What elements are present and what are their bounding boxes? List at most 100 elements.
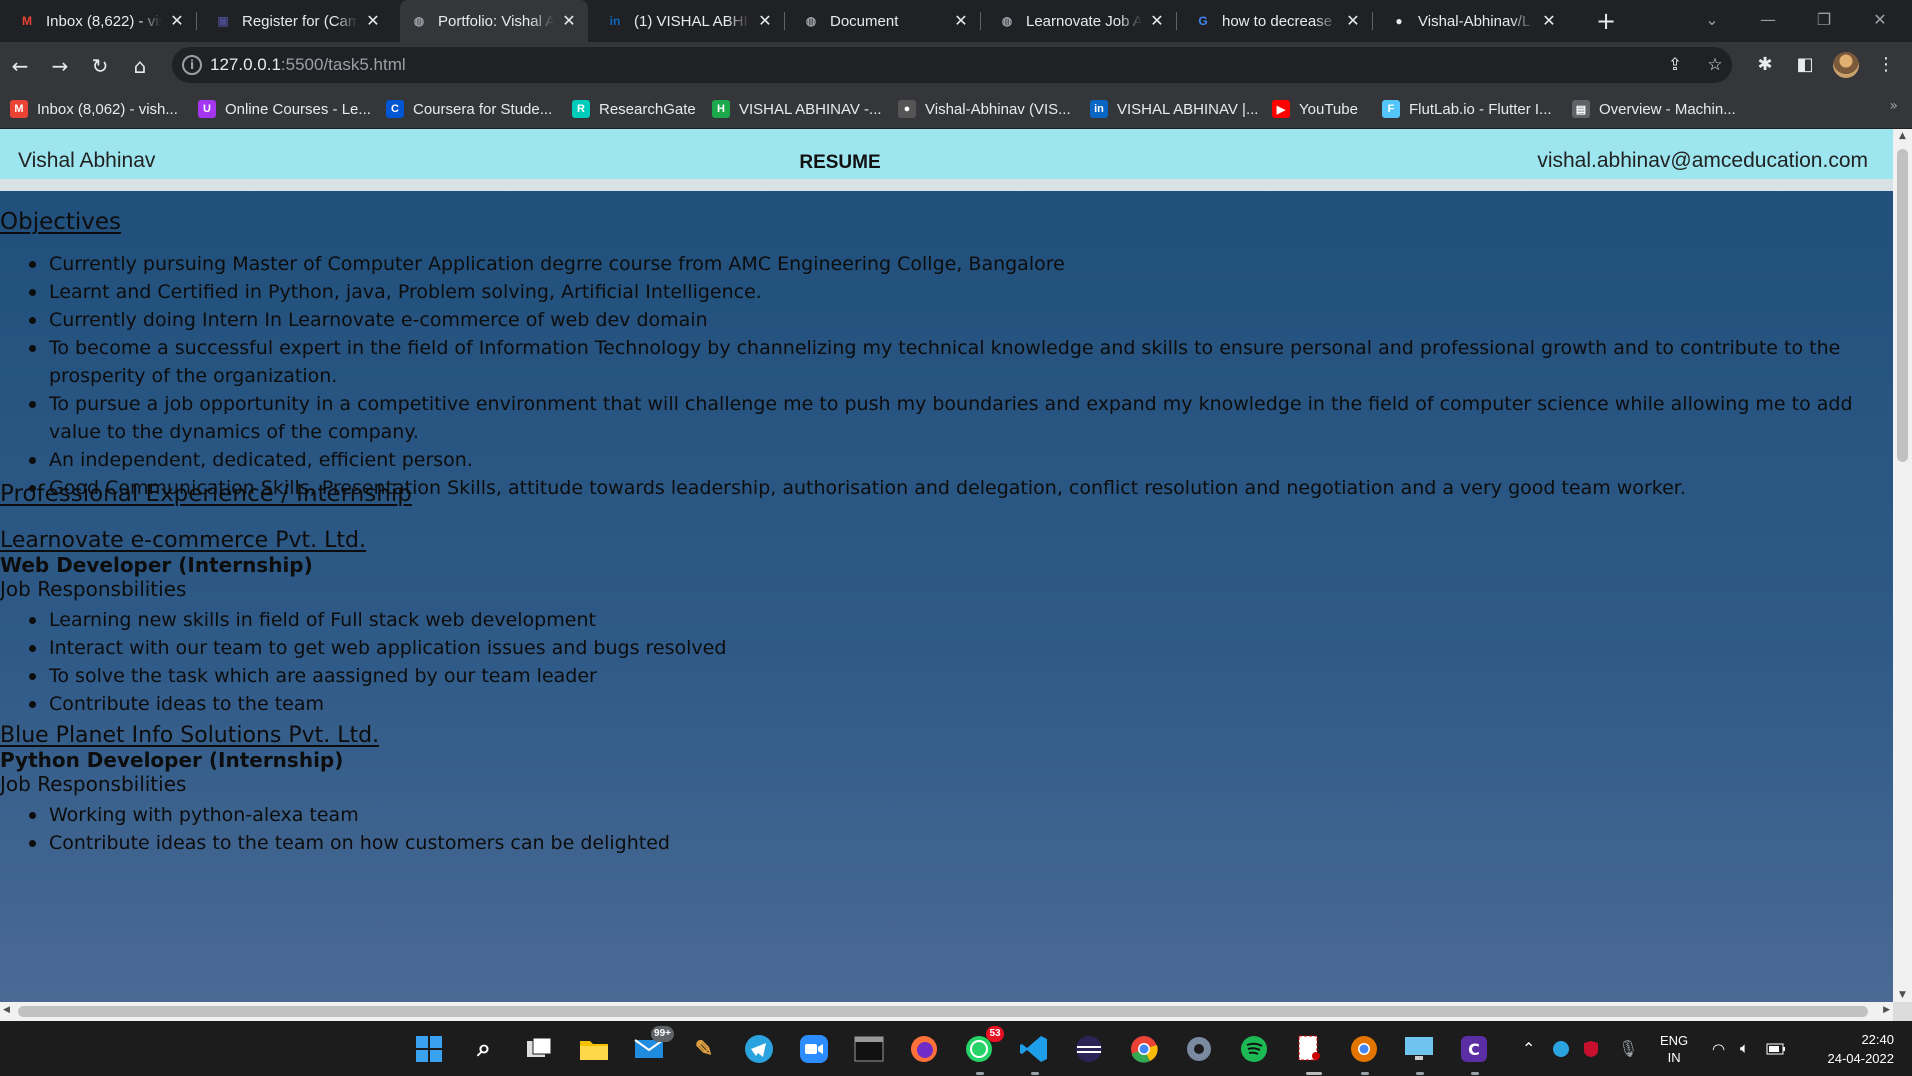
minimize-button[interactable]: — — [1740, 0, 1796, 42]
eclipse-icon[interactable] — [1072, 1032, 1106, 1066]
close-tab-icon[interactable]: ✕ — [560, 11, 578, 31]
gmail-icon: M — [22, 14, 32, 28]
tab-search-icon[interactable]: ⌄ — [1684, 0, 1740, 42]
tab-separator — [196, 12, 197, 30]
close-window-button[interactable]: ✕ — [1852, 0, 1908, 42]
microphone-icon[interactable]: 🎙︎ — [1618, 1021, 1638, 1076]
list-item: Interact with our team to get web applic… — [0, 634, 1893, 662]
spotify-icon[interactable] — [1237, 1032, 1271, 1066]
bookmark-item[interactable]: F FlutLab.io - Flutter I... — [1382, 98, 1552, 120]
whatsapp-icon[interactable]: 53 — [962, 1026, 1004, 1066]
more-bookmarks-icon[interactable]: » — [1889, 98, 1898, 114]
reload-icon[interactable]: ↻ — [84, 50, 116, 82]
url-text[interactable]: 127.0.0.1:5500/task5.html — [210, 55, 406, 75]
bookmark-item[interactable]: in VISHAL ABHINAV |... — [1090, 98, 1258, 120]
scroll-down-icon[interactable]: ▼ — [1893, 990, 1912, 1000]
mail-icon[interactable]: 99+ — [632, 1026, 674, 1066]
browser-tab[interactable]: Ghow to decrease ✕ — [1184, 0, 1372, 42]
browser-tab[interactable]: in (1) VISHAL ABHIN ✕ — [596, 0, 784, 42]
close-tab-icon[interactable]: ✕ — [364, 11, 382, 31]
browser-tab[interactable]: ● Vishal-Abhinav/L ✕ — [1380, 0, 1568, 42]
remote-desktop-icon[interactable] — [1402, 1032, 1436, 1066]
app-launcher-icon[interactable]: C — [1457, 1032, 1491, 1066]
new-tab-button[interactable]: + — [1591, 6, 1621, 36]
vscode-icon[interactable] — [1017, 1032, 1051, 1066]
url-path: :5500/task5.html — [280, 55, 406, 74]
bookmark-item[interactable]: ▤ Overview - Machin... — [1572, 98, 1736, 120]
menu-icon[interactable]: ⋮ — [1873, 52, 1899, 78]
side-panel-icon[interactable]: ◧ — [1792, 52, 1818, 78]
telegram-icon[interactable] — [742, 1032, 776, 1066]
bookmark-label: VISHAL ABHINAV |... — [1117, 100, 1259, 118]
browser-tab[interactable]: ◍ Learnovate Job A ✕ — [988, 0, 1176, 42]
tab-title: Portfolio: Vishal A — [438, 12, 554, 30]
close-tab-icon[interactable]: ✕ — [1540, 11, 1558, 31]
tray-mcafee-icon[interactable] — [1582, 1021, 1600, 1076]
bookmark-item[interactable]: ▶ YouTube — [1272, 98, 1358, 120]
windows-start-icon[interactable] — [412, 1032, 446, 1066]
objectives-list: Currently pursuing Master of Computer Ap… — [0, 250, 1893, 502]
language-indicator[interactable]: ENG IN — [1660, 1021, 1688, 1076]
volume-icon[interactable]: 🔈︎ — [1740, 1021, 1749, 1076]
chrome-canary-icon[interactable] — [1347, 1032, 1381, 1066]
objectives-heading: Objectives — [0, 209, 122, 235]
scroll-left-icon[interactable]: ◀ — [3, 1005, 10, 1015]
profile-avatar[interactable] — [1833, 52, 1859, 78]
zoom-icon[interactable] — [797, 1032, 831, 1066]
battery-icon[interactable] — [1766, 1021, 1786, 1076]
clock[interactable]: 22:40 24-04-2022 — [1808, 1021, 1895, 1076]
tab-title: how to decrease — [1222, 12, 1333, 30]
bookmark-star-icon[interactable]: ☆ — [1704, 54, 1726, 76]
scroll-right-icon[interactable]: ▶ — [1883, 1005, 1890, 1015]
pencil-icon[interactable]: ✎ — [687, 1032, 721, 1066]
region-code: IN — [1667, 1049, 1681, 1065]
search-icon[interactable]: ⌕ — [467, 1032, 501, 1066]
horizontal-scroll-thumb[interactable] — [18, 1006, 1868, 1017]
wifi-icon[interactable]: ◠ — [1712, 1021, 1725, 1076]
scroll-up-icon[interactable]: ▲ — [1893, 131, 1912, 141]
hackerrank-icon: H — [712, 100, 730, 118]
restore-button[interactable]: ❐ — [1796, 0, 1852, 42]
browser-tab[interactable]: M Inbox (8,622) - vis ✕ — [8, 0, 196, 42]
bookmark-item[interactable]: H VISHAL ABHINAV -... — [712, 98, 882, 120]
browser-tab[interactable]: ◍ Document ✕ — [792, 0, 980, 42]
tab-title: (1) VISHAL ABHIN — [634, 12, 750, 30]
browser-tab[interactable]: ▣ Register for (Camp ✕ — [204, 0, 392, 42]
bookmark-item[interactable]: ● Vishal-Abhinav (VIS... — [898, 98, 1071, 120]
forward-icon[interactable]: → — [44, 50, 76, 82]
tray-telegram-icon[interactable] — [1552, 1021, 1570, 1076]
share-icon[interactable]: ⇪ — [1664, 54, 1686, 76]
extensions-icon[interactable]: ✱ — [1752, 52, 1778, 78]
settings-gear-icon[interactable] — [1182, 1032, 1216, 1066]
snipping-tool-icon[interactable] — [1292, 1032, 1326, 1066]
bookmark-item[interactable]: M Inbox (8,062) - vish... — [10, 98, 178, 120]
company-name: Blue Planet Info Solutions Pvt. Ltd. — [0, 723, 380, 748]
tab-title: Inbox (8,622) - vis — [46, 12, 162, 30]
close-tab-icon[interactable]: ✕ — [756, 11, 774, 31]
close-tab-icon[interactable]: ✕ — [1344, 11, 1362, 31]
bookmark-item[interactable]: R ResearchGate — [572, 98, 696, 120]
horizontal-scrollbar[interactable]: ◀ ▶ — [0, 1002, 1893, 1021]
bookmark-item[interactable]: C Coursera for Stude... — [386, 98, 552, 120]
browser-tab[interactable]: ◍ Portfolio: Vishal A ✕ — [400, 0, 588, 42]
close-tab-icon[interactable]: ✕ — [168, 11, 186, 31]
close-tab-icon[interactable]: ✕ — [1148, 11, 1166, 31]
home-icon[interactable]: ⌂ — [124, 50, 156, 82]
list-item: Contribute ideas to the team — [0, 690, 1893, 718]
vertical-scrollbar[interactable]: ▲ ▼ — [1893, 129, 1912, 1002]
file-explorer-icon[interactable] — [577, 1032, 611, 1066]
firefox-icon[interactable] — [907, 1032, 941, 1066]
close-tab-icon[interactable]: ✕ — [952, 11, 970, 31]
vertical-scroll-thumb[interactable] — [1897, 149, 1908, 462]
list-item: To pursue a job opportunity in a competi… — [0, 390, 1893, 446]
back-icon[interactable]: ← — [4, 50, 36, 82]
address-bar[interactable]: i 127.0.0.1:5500/task5.html ⇪ ☆ — [172, 47, 1732, 83]
list-item: An independent, dedicated, efficient per… — [0, 446, 1893, 474]
bookmark-item[interactable]: U Online Courses - Le... — [198, 98, 371, 120]
chrome-icon[interactable] — [1127, 1032, 1161, 1066]
list-item: Currently pursuing Master of Computer Ap… — [0, 250, 1893, 278]
task-view-icon[interactable] — [522, 1032, 556, 1066]
site-info-icon[interactable]: i — [182, 55, 202, 75]
terminal-icon[interactable] — [852, 1032, 886, 1066]
show-hidden-icons[interactable]: ⌃ — [1522, 1021, 1535, 1076]
